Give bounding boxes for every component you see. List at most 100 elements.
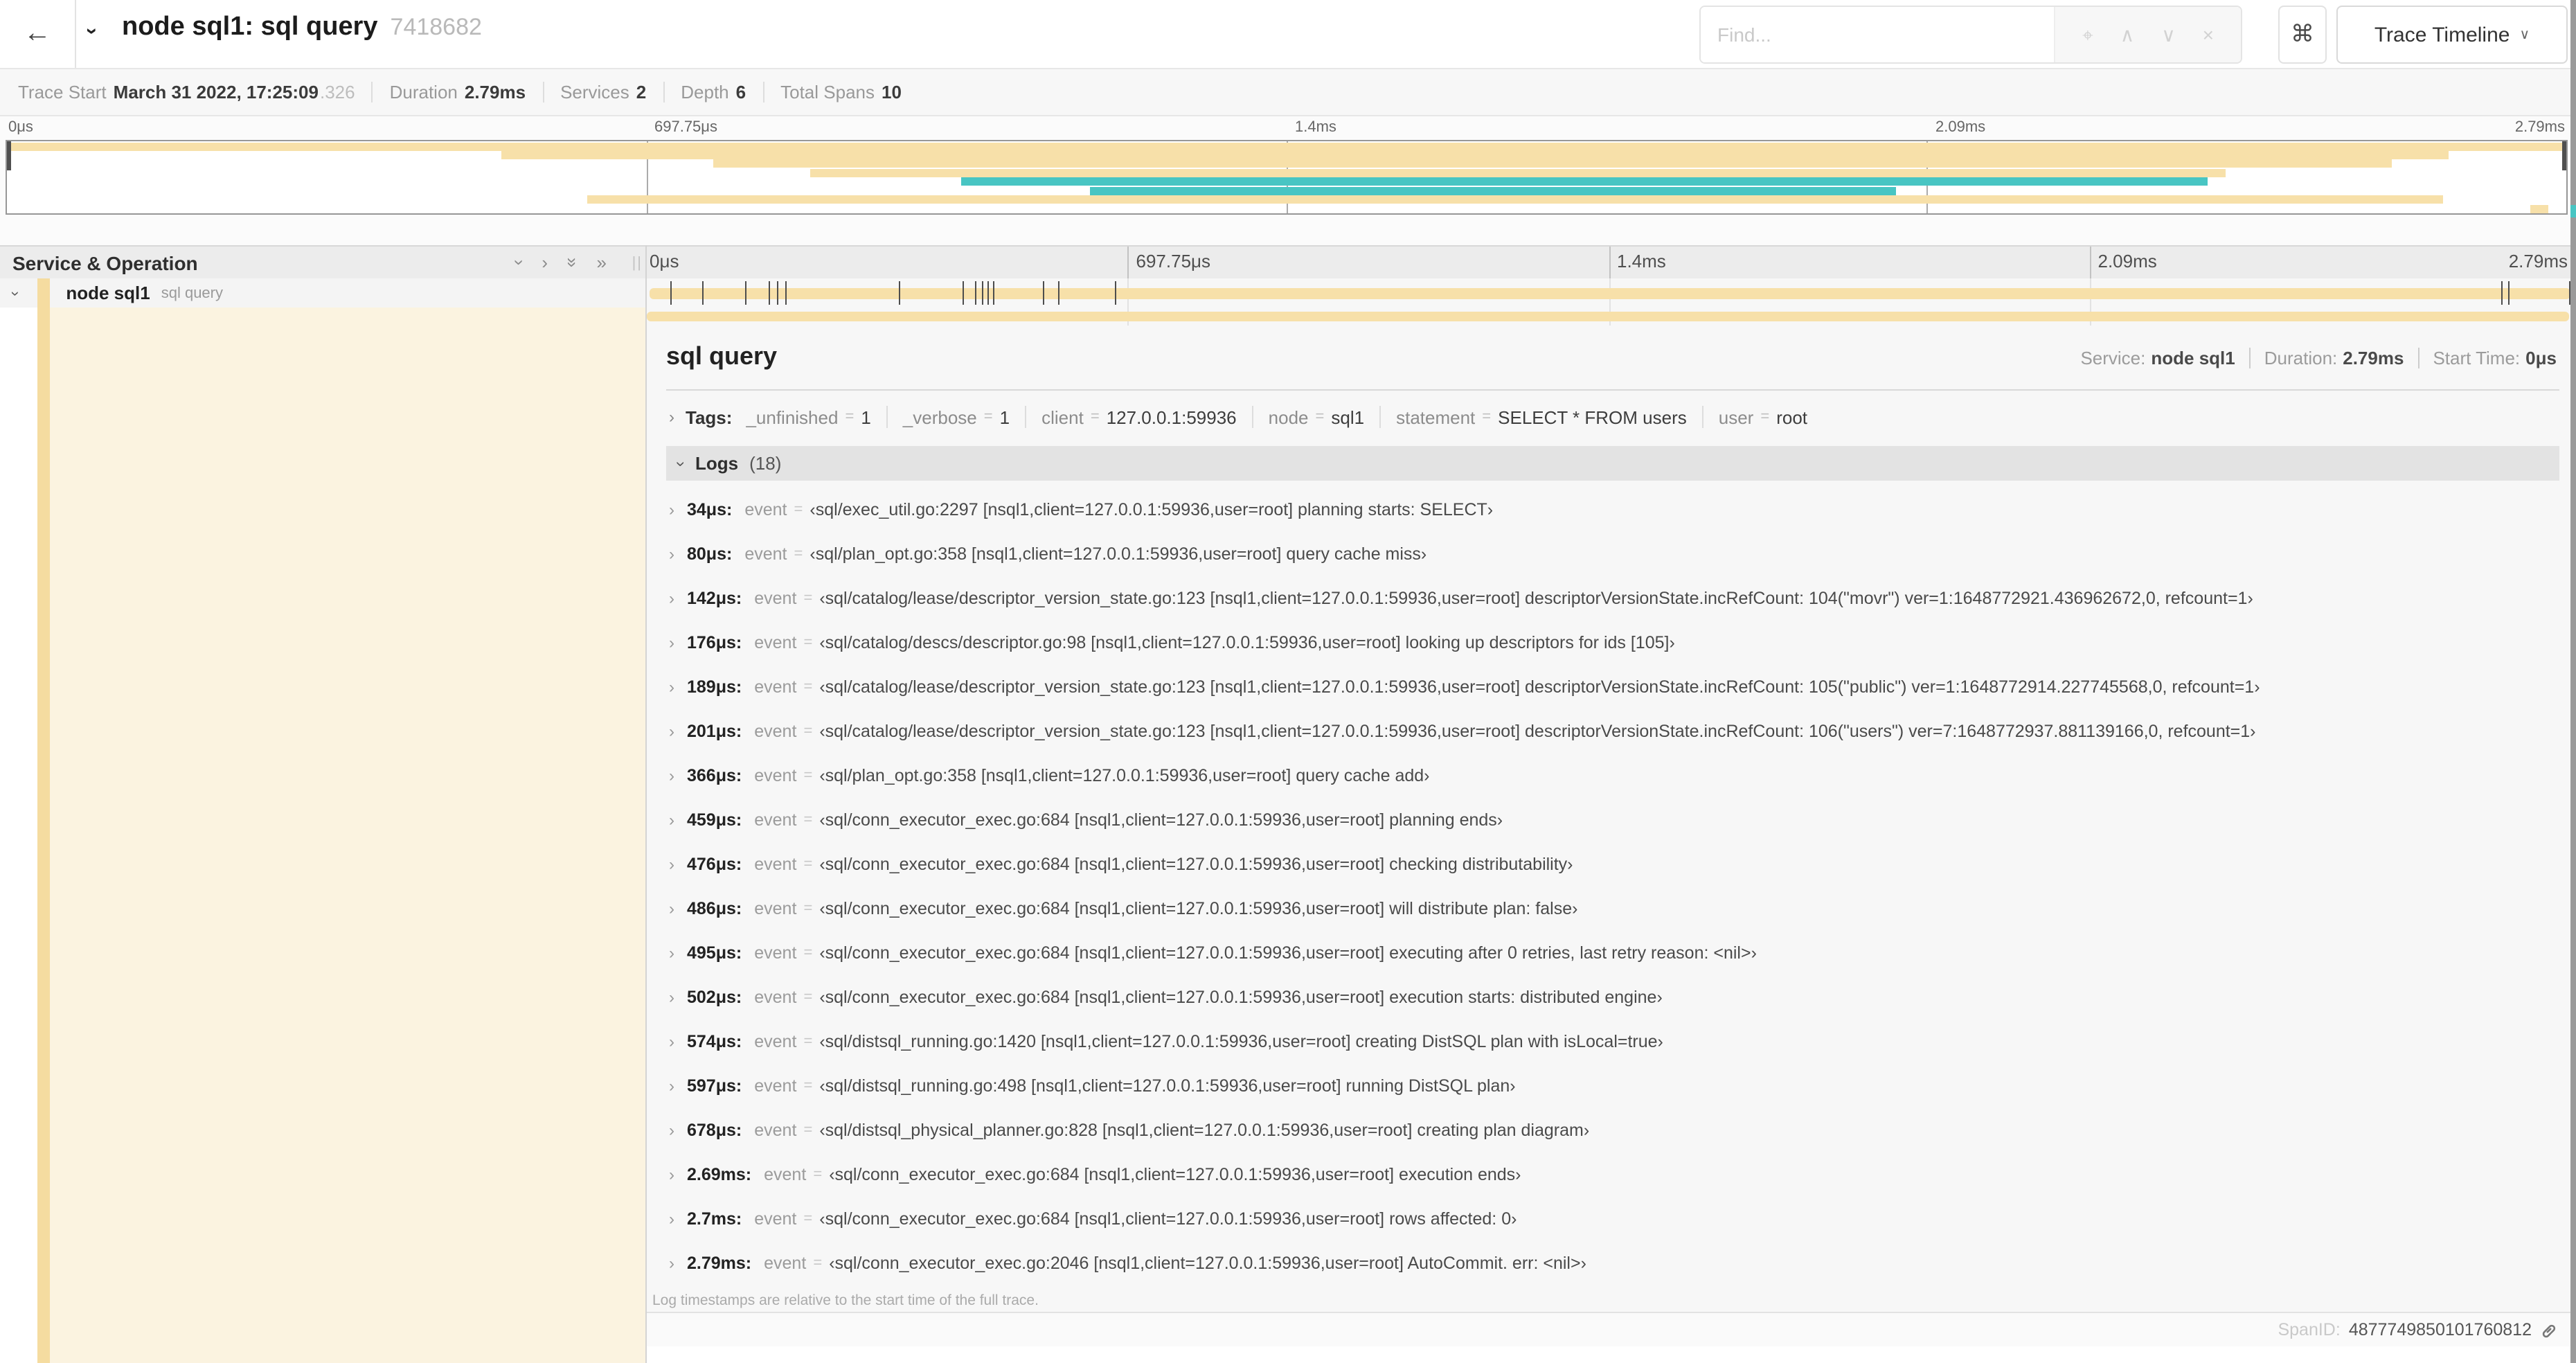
log-entry[interactable]: › 678μs: event = ‹sql/distsql_physical_plann… <box>669 1108 2559 1152</box>
tag-key: statement <box>1396 407 1476 427</box>
equals-sign: = <box>803 900 813 917</box>
column-resize-grip[interactable]: || <box>632 255 643 271</box>
log-marker[interactable] <box>777 281 779 305</box>
trace-start-value: March 31 2022, 17:25:09 <box>113 82 319 103</box>
log-marker[interactable] <box>2508 281 2510 305</box>
trace-timeline-page: ← › node sql1: sql query7418682 ⌖ ∧ ∨ × … <box>0 0 2576 1363</box>
services-label: Services <box>560 82 629 103</box>
log-marker[interactable] <box>981 281 983 305</box>
log-timestamp: 678μs: <box>687 1121 742 1140</box>
scrollbar[interactable] <box>2570 0 2576 1363</box>
trace-services: Services 2 <box>560 82 646 103</box>
span-row-name-cell[interactable]: › node sql1 sql query <box>0 278 645 308</box>
chevron-right-icon: › <box>669 766 674 785</box>
log-entry[interactable]: › 2.7ms: event = ‹sql/conn_executor_exec.go:… <box>669 1197 2559 1241</box>
log-marker[interactable] <box>744 281 746 305</box>
log-marker[interactable] <box>987 281 990 305</box>
duration-value: 2.79ms <box>464 82 526 103</box>
back-button[interactable]: ← <box>0 0 76 68</box>
expand-one-icon[interactable]: › <box>542 253 548 271</box>
view-selector-button[interactable]: Trace Timeline ∨ <box>2336 6 2568 64</box>
equals-sign: = <box>803 1122 813 1139</box>
log-field-value: ‹sql/exec_util.go:2297 [nsql1,client=127… <box>810 500 1494 519</box>
span-detail-panel: sql query Service: node sql1 Duration: 2… <box>647 326 2570 1346</box>
tags-label: Tags: <box>686 407 733 427</box>
equals-sign: = <box>803 1211 813 1227</box>
trace-duration: Duration 2.79ms <box>390 82 526 103</box>
log-field-key: event <box>754 855 797 874</box>
log-marker[interactable] <box>2501 281 2503 305</box>
find-input[interactable] <box>1701 7 2054 62</box>
minimap-right-drag-handle[interactable] <box>2562 141 2566 170</box>
logs-toggle-header[interactable]: › Logs (18) <box>666 446 2559 481</box>
focus-match-icon[interactable]: ⌖ <box>2082 23 2093 46</box>
log-marker[interactable] <box>1058 281 1060 305</box>
log-entry[interactable]: › 142μs: event = ‹sql/catalog/lease/descript… <box>669 576 2559 621</box>
divider <box>2248 348 2251 368</box>
clear-find-icon[interactable]: × <box>2203 24 2214 46</box>
tag-value: 1 <box>861 407 871 427</box>
log-entry[interactable]: › 2.69ms: event = ‹sql/conn_executor_exec.go… <box>669 1152 2559 1197</box>
collapse-one-icon[interactable]: › <box>509 260 530 266</box>
log-field-value: ‹sql/distsql_running.go:1420 [nsql1,clie… <box>819 1032 1663 1051</box>
page-title: node sql1: sql query 7418682 <box>122 12 482 43</box>
prev-match-icon[interactable]: ∧ <box>2120 23 2135 46</box>
span-id-label: SpanID: <box>2278 1320 2341 1339</box>
detail-row-span-bar[interactable] <box>647 312 2569 321</box>
log-entry[interactable]: › 34μs: event = ‹sql/exec_util.go:2297 [nsql… <box>669 488 2559 532</box>
chevron-right-icon: › <box>669 500 674 519</box>
log-entry[interactable]: › 201μs: event = ‹sql/catalog/lease/descript… <box>669 709 2559 754</box>
log-entry[interactable]: › 459μs: event = ‹sql/conn_executor_exec.go:… <box>669 798 2559 842</box>
log-field-value: ‹sql/conn_executor_exec.go:684 [nsql1,cl… <box>819 899 1578 918</box>
log-marker[interactable] <box>701 281 704 305</box>
chevron-right-icon: › <box>669 589 674 608</box>
collapse-all-icon[interactable]: » <box>562 258 582 267</box>
log-timestamp: 459μs: <box>687 810 742 830</box>
log-marker[interactable] <box>670 281 672 305</box>
log-entry[interactable]: › 574μs: event = ‹sql/distsql_running.go:142… <box>669 1019 2559 1064</box>
log-entry[interactable]: › 502μs: event = ‹sql/conn_executor_exec.go:… <box>669 975 2559 1019</box>
equals-sign: = <box>803 856 813 873</box>
equals-sign: = <box>845 409 855 425</box>
trace-header-collapse-toggle[interactable]: › <box>80 28 104 35</box>
log-timestamp: 2.79ms: <box>687 1254 752 1273</box>
keyboard-shortcuts-button[interactable]: ⌘ <box>2278 6 2327 64</box>
log-entry[interactable]: › 176μs: event = ‹sql/catalog/descs/descript… <box>669 621 2559 665</box>
log-entry[interactable]: › 486μs: event = ‹sql/conn_executor_exec.go:… <box>669 887 2559 931</box>
span-detail-header: sql query Service: node sql1 Duration: 2… <box>666 342 2559 378</box>
log-entry[interactable]: › 189μs: event = ‹sql/catalog/lease/descript… <box>669 665 2559 709</box>
log-marker[interactable] <box>1114 281 1116 305</box>
trace-summary-bar: Trace Start March 31 2022, 17:25:09 .326… <box>0 68 2576 116</box>
log-marker[interactable] <box>974 281 976 305</box>
log-marker[interactable] <box>1042 281 1044 305</box>
deep-link-icon[interactable] <box>2540 1321 2558 1339</box>
log-marker[interactable] <box>963 281 965 305</box>
minimap-left-drag-handle[interactable] <box>7 141 11 170</box>
log-marker[interactable] <box>768 281 770 305</box>
tags-toggle-row[interactable]: › Tags: _unfinished = 1 _verbose = 1 client = 12… <box>669 406 2559 428</box>
expand-all-icon[interactable]: » <box>597 253 607 271</box>
log-timestamp: 502μs: <box>687 988 742 1007</box>
minimap-ruler: 0μs 697.75μs 1.4ms 2.09ms 2.79ms <box>6 119 2568 137</box>
log-marker[interactable] <box>785 281 787 305</box>
log-entry[interactable]: › 476μs: event = ‹sql/conn_executor_exec.go:… <box>669 842 2559 887</box>
equals-sign: = <box>794 546 803 562</box>
scrollbar-notch <box>2570 205 2576 217</box>
log-entry[interactable]: › 597μs: event = ‹sql/distsql_running.go:498… <box>669 1064 2559 1108</box>
log-entry[interactable]: › 495μs: event = ‹sql/conn_executor_exec.go:… <box>669 931 2559 975</box>
log-field-value: ‹sql/conn_executor_exec.go:684 [nsql1,cl… <box>819 810 1503 830</box>
logs-count: (18) <box>749 453 782 474</box>
log-entry[interactable]: › 2.79ms: event = ‹sql/conn_executor_exec.go… <box>669 1241 2559 1285</box>
span-bar[interactable] <box>650 287 2570 299</box>
next-match-icon[interactable]: ∨ <box>2161 23 2176 46</box>
log-marker[interactable] <box>993 281 995 305</box>
start-time-value: 0μs <box>2525 348 2557 368</box>
log-entry[interactable]: › 80μs: event = ‹sql/plan_opt.go:358 [nsql1,… <box>669 532 2559 576</box>
chevron-right-icon: › <box>669 1076 674 1096</box>
log-marker[interactable] <box>899 281 901 305</box>
span-id-value: 4877749850101760812 <box>2348 1320 2532 1339</box>
log-entry[interactable]: › 366μs: event = ‹sql/plan_opt.go:358 [nsql1… <box>669 754 2559 798</box>
tag-item: _verbose = 1 <box>903 407 1010 427</box>
minimap-canvas[interactable] <box>6 140 2568 215</box>
services-value: 2 <box>636 82 647 103</box>
